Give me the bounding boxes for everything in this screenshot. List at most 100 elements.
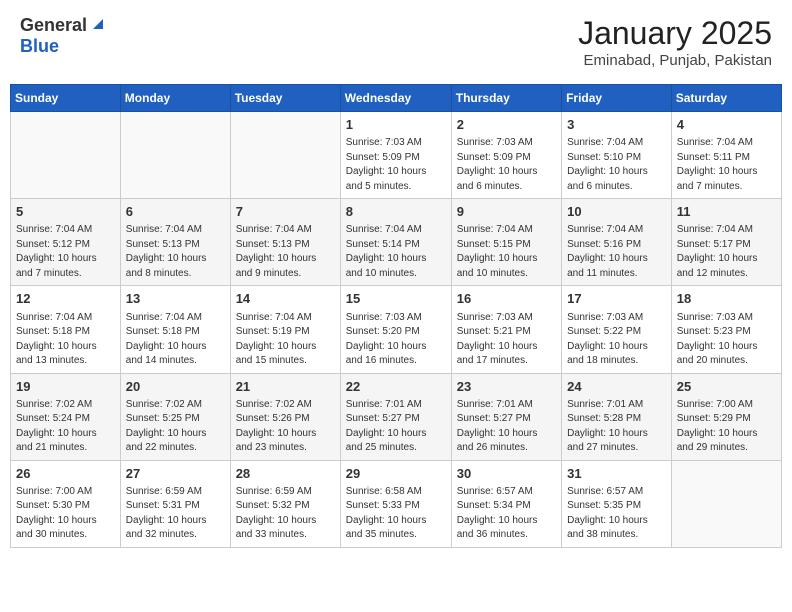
calendar-cell: 23Sunrise: 7:01 AMSunset: 5:27 PMDayligh… xyxy=(451,373,561,460)
day-info-line: Sunset: 5:30 PM xyxy=(16,499,115,514)
day-number: 12 xyxy=(16,290,115,308)
day-number: 14 xyxy=(236,290,335,308)
day-info-line: Daylight: 10 hours xyxy=(16,252,115,267)
calendar-cell: 25Sunrise: 7:00 AMSunset: 5:29 PMDayligh… xyxy=(671,373,781,460)
day-info-line: and 8 minutes. xyxy=(126,267,225,282)
calendar-table: SundayMondayTuesdayWednesdayThursdayFrid… xyxy=(10,84,782,548)
day-info-line: and 29 minutes. xyxy=(677,441,776,456)
calendar-cell: 10 Sunrise: 7:04 AMSunset: 5:16 PMDayligh… xyxy=(562,199,672,286)
day-info-line: Sunset: 5:26 PM xyxy=(236,412,335,427)
day-info-line: Sunrise: 7:02 AM xyxy=(236,398,335,413)
day-content: Sunrise: 7:04 AMSunset: 5:16 PMDaylight:… xyxy=(567,223,666,281)
day-info-line: Sunrise: 7:04 AM xyxy=(567,136,666,151)
day-number: 31 xyxy=(567,465,666,483)
day-info-line: Sunset: 5:11 PM xyxy=(677,151,776,166)
day-number: 17 xyxy=(567,290,666,308)
header-saturday: Saturday xyxy=(671,85,781,112)
day-content: Sunrise: 7:01 AMSunset: 5:27 PMDaylight:… xyxy=(346,398,446,456)
day-number: 6 xyxy=(126,203,225,221)
day-content: Sunrise: 7:04 AMSunset: 5:14 PMDaylight:… xyxy=(346,223,446,281)
day-info-line: Sunrise: 7:04 AM xyxy=(16,311,115,326)
calendar-cell: 6Sunrise: 7:04 AMSunset: 5:13 PMDaylight… xyxy=(120,199,230,286)
day-info-line: Daylight: 10 hours xyxy=(346,514,446,529)
day-info-line: Sunset: 5:21 PM xyxy=(457,325,556,340)
day-info-line: Daylight: 10 hours xyxy=(567,165,666,180)
day-info-line: and 10 minutes. xyxy=(346,267,446,282)
day-content: Sunrise: 7:00 AMSunset: 5:30 PMDaylight:… xyxy=(16,485,115,543)
calendar-title: January 2025 xyxy=(578,15,772,52)
day-number: 15 xyxy=(346,290,446,308)
day-info-line: Daylight: 10 hours xyxy=(346,427,446,442)
day-content: Sunrise: 7:04 AMSunset: 5:12 PMDaylight:… xyxy=(16,223,115,281)
day-info-line: Sunrise: 7:00 AM xyxy=(677,398,776,413)
day-number: 3 xyxy=(567,116,666,134)
day-content: Sunrise: 7:03 AMSunset: 5:23 PMDaylight:… xyxy=(677,311,776,369)
day-info-line: and 35 minutes. xyxy=(346,528,446,543)
day-info-line: Sunset: 5:24 PM xyxy=(16,412,115,427)
day-info-line: Sunrise: 7:04 AM xyxy=(126,311,225,326)
day-info-line: Sunrise: 7:03 AM xyxy=(457,311,556,326)
day-info-line: Sunset: 5:23 PM xyxy=(677,325,776,340)
day-info-line: Daylight: 10 hours xyxy=(346,165,446,180)
day-number: 24 xyxy=(567,378,666,396)
day-content: Sunrise: 7:03 AMSunset: 5:20 PMDaylight:… xyxy=(346,311,446,369)
calendar-cell: 18Sunrise: 7:03 AMSunset: 5:23 PMDayligh… xyxy=(671,286,781,373)
day-number: 30 xyxy=(457,465,556,483)
day-info-line: and 7 minutes. xyxy=(16,267,115,282)
day-info-line: Daylight: 10 hours xyxy=(457,427,556,442)
day-content: Sunrise: 7:02 AMSunset: 5:25 PMDaylight:… xyxy=(126,398,225,456)
day-info-line: Sunset: 5:10 PM xyxy=(567,151,666,166)
day-number: 9 xyxy=(457,203,556,221)
day-info-line: Daylight: 10 hours xyxy=(567,514,666,529)
day-info-line: Daylight: 10 hours xyxy=(16,427,115,442)
calendar-cell: 26Sunrise: 7:00 AMSunset: 5:30 PMDayligh… xyxy=(11,460,121,547)
day-info-line: and 7 minutes. xyxy=(677,180,776,195)
day-info-line: Sunset: 5:12 PM xyxy=(16,238,115,253)
day-info-line: Daylight: 10 hours xyxy=(567,252,666,267)
logo-blue-text: Blue xyxy=(20,36,59,56)
header-monday: Monday xyxy=(120,85,230,112)
day-content: Sunrise: 6:57 AMSunset: 5:35 PMDaylight:… xyxy=(567,485,666,543)
day-info-line: Sunrise: 7:04 AM xyxy=(16,223,115,238)
day-info-line: Sunrise: 7:04 AM xyxy=(457,223,556,238)
calendar-cell xyxy=(230,112,340,199)
day-info-line: Sunrise: 6:57 AM xyxy=(567,485,666,500)
day-number: 21 xyxy=(236,378,335,396)
day-content: Sunrise: 7:04 AMSunset: 5:15 PMDaylight:… xyxy=(457,223,556,281)
calendar-cell: 29Sunrise: 6:58 AMSunset: 5:33 PMDayligh… xyxy=(340,460,451,547)
day-info-line: Sunset: 5:14 PM xyxy=(346,238,446,253)
calendar-cell: 30Sunrise: 6:57 AMSunset: 5:34 PMDayligh… xyxy=(451,460,561,547)
day-info-line: Daylight: 10 hours xyxy=(457,514,556,529)
day-info-line: Daylight: 10 hours xyxy=(126,427,225,442)
day-info-line: Sunset: 5:27 PM xyxy=(457,412,556,427)
day-info-line: Sunrise: 7:04 AM xyxy=(677,223,776,238)
day-info-line: Sunrise: 7:04 AM xyxy=(346,223,446,238)
day-info-line: Sunrise: 7:01 AM xyxy=(567,398,666,413)
day-info-line: and 17 minutes. xyxy=(457,354,556,369)
day-content: Sunrise: 7:04 AMSunset: 5:11 PMDaylight:… xyxy=(677,136,776,194)
day-info-line: and 33 minutes. xyxy=(236,528,335,543)
day-content: Sunrise: 7:02 AMSunset: 5:24 PMDaylight:… xyxy=(16,398,115,456)
day-number: 19 xyxy=(16,378,115,396)
calendar-week-5: 26Sunrise: 7:00 AMSunset: 5:30 PMDayligh… xyxy=(11,460,782,547)
day-content: Sunrise: 7:04 AMSunset: 5:13 PMDaylight:… xyxy=(236,223,335,281)
logo-general-text: General xyxy=(20,15,87,36)
day-info-line: and 6 minutes. xyxy=(567,180,666,195)
day-info-line: Daylight: 10 hours xyxy=(457,340,556,355)
day-info-line: Daylight: 10 hours xyxy=(457,165,556,180)
calendar-cell: 16 Sunrise: 7:03 AMSunset: 5:21 PMDayligh… xyxy=(451,286,561,373)
day-content: Sunrise: 6:58 AMSunset: 5:33 PMDaylight:… xyxy=(346,485,446,543)
day-content: Sunrise: 7:04 AMSunset: 5:17 PMDaylight:… xyxy=(677,223,776,281)
day-number: 16 xyxy=(457,290,556,308)
day-info-line: Daylight: 10 hours xyxy=(677,165,776,180)
day-info-line: and 15 minutes. xyxy=(236,354,335,369)
day-info-line: Sunset: 5:29 PM xyxy=(677,412,776,427)
day-number: 10 xyxy=(567,203,666,221)
day-info-line: Sunrise: 7:02 AM xyxy=(126,398,225,413)
calendar-cell: 17Sunrise: 7:03 AMSunset: 5:22 PMDayligh… xyxy=(562,286,672,373)
day-info-line: Sunset: 5:19 PM xyxy=(236,325,335,340)
day-info-line: and 26 minutes. xyxy=(457,441,556,456)
day-info-line: Sunset: 5:13 PM xyxy=(236,238,335,253)
calendar-week-2: 5Sunrise: 7:04 AMSunset: 5:12 PMDaylight… xyxy=(11,199,782,286)
day-content: Sunrise: 6:59 AMSunset: 5:31 PMDaylight:… xyxy=(126,485,225,543)
